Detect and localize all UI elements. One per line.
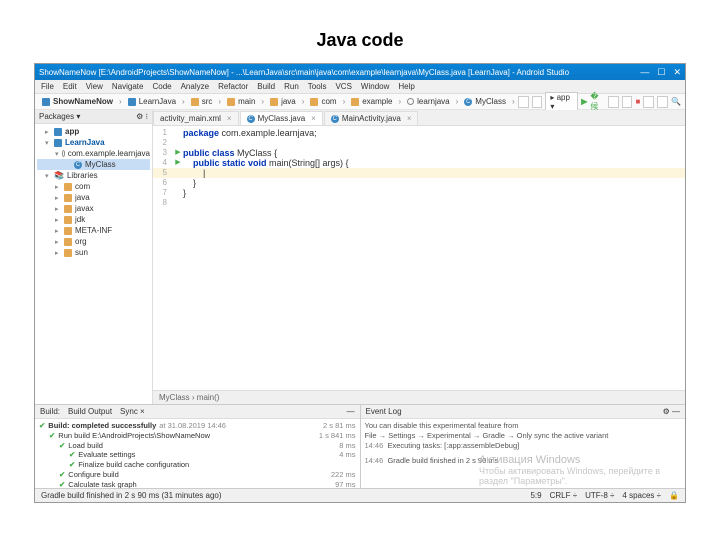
tree-metainf[interactable]: ▸META-INF [37,225,150,236]
status-encoding[interactable]: UTF-8 ÷ [585,491,614,500]
tree-sun[interactable]: ▸sun [37,247,150,258]
maximize-button[interactable]: ☐ [657,67,665,78]
vcs-button[interactable] [643,96,654,108]
search-everywhere-button[interactable]: 🔍 [671,97,681,106]
tree-org[interactable]: ▸org [37,236,150,247]
debug-button[interactable]: �候 [590,92,604,112]
tree-myclass[interactable]: CMyClass [37,159,150,170]
code-editor[interactable]: 1package com.example.learnjava; 2 3▶publ… [153,126,685,390]
tree-com[interactable]: ▸com [37,181,150,192]
window-title-text: ShowNameNow [E:\AndroidProjects\ShowName… [39,68,569,77]
close-tab-icon[interactable]: × [227,114,232,123]
tree-libraries[interactable]: ▾📚Libraries [37,170,150,181]
project-tool-window: Packages ▾⚙ ⁝ ▸app ▾LearnJava ▾com.examp… [35,110,153,404]
stop-button[interactable]: ■ [635,97,640,106]
sync-button[interactable] [518,96,529,108]
build-panel: Build: Build Output Sync × — ✔Build: com… [35,405,360,488]
build-tab-output[interactable]: Build Output [68,407,112,416]
settings-button[interactable] [657,96,668,108]
tree-app[interactable]: ▸app [37,126,150,137]
menu-file[interactable]: File [41,82,54,91]
project-header[interactable]: Packages ▾⚙ ⁝ [35,110,152,124]
status-lock-icon[interactable]: 🔒 [669,491,679,500]
event-log-line: Executing tasks: [:app:assembleDebug] [387,441,519,450]
slide-title: Java code [0,0,720,63]
event-log-line: Gradle build finished in 2 s 90 ms [387,456,498,465]
crumb-project[interactable]: ShowNameNow [39,97,125,106]
event-log-line: You can disable this experimental featur… [365,421,682,431]
tree-package[interactable]: ▾com.example.learnjava [37,148,150,159]
window-titlebar: ShowNameNow [E:\AndroidProjects\ShowName… [35,64,685,80]
tree-java[interactable]: ▸java [37,192,150,203]
tab-myclass[interactable]: CMyClass.java× [240,111,323,125]
crumb-learnjava[interactable]: learnjava [404,97,461,106]
run-button[interactable]: ▶ [581,97,587,106]
crumb-src[interactable]: src [188,97,224,106]
status-indent[interactable]: 4 spaces ÷ [622,491,661,500]
crumb-main[interactable]: main [224,97,267,106]
build-tab-build[interactable]: Build: [40,407,60,416]
avd-button[interactable] [532,96,543,108]
editor-area: activity_main.xml× CMyClass.java× CMainA… [153,110,685,404]
crumb-example[interactable]: example [348,97,404,106]
menu-navigate[interactable]: Navigate [112,82,144,91]
ide-window: ShowNameNow [E:\AndroidProjects\ShowName… [34,63,686,503]
crumb-com[interactable]: com [307,97,348,106]
menu-window[interactable]: Window [361,82,389,91]
status-caret[interactable]: 5:9 [530,491,541,500]
minimize-button[interactable]: — [640,67,649,78]
menu-refactor[interactable]: Refactor [218,82,248,91]
event-log-tab[interactable]: Event Log [366,407,402,416]
crumb-java[interactable]: java [267,97,307,106]
profile-button[interactable] [608,96,619,108]
crumb-module[interactable]: LearnJava [125,97,188,106]
tree-javax[interactable]: ▸javax [37,203,150,214]
menu-view[interactable]: View [86,82,103,91]
menu-code[interactable]: Code [152,82,171,91]
menu-build[interactable]: Build [257,82,275,91]
attach-button[interactable] [622,96,633,108]
menu-tools[interactable]: Tools [308,82,327,91]
menu-help[interactable]: Help [398,82,414,91]
build-collapse-icon[interactable]: — [347,407,355,416]
build-tab-sync[interactable]: Sync × [120,407,145,416]
bottom-panel: Build: Build Output Sync × — ✔Build: com… [35,404,685,488]
tab-activity-main[interactable]: activity_main.xml× [153,111,239,125]
event-log-line: File → Settings → Experimental → Gradle … [365,431,682,441]
run-config-selector[interactable]: ▸ app ▾ [545,92,578,112]
menu-vcs[interactable]: VCS [335,82,351,91]
menu-run[interactable]: Run [284,82,299,91]
close-tab-icon[interactable]: × [311,114,316,123]
close-tab-icon[interactable]: × [407,114,412,123]
structure-breadcrumb[interactable]: MyClass › main() [153,390,685,404]
event-log-panel: Event Log ⚙ — You can disable this exper… [361,405,686,488]
menu-analyze[interactable]: Analyze [181,82,209,91]
status-bar: Gradle build finished in 2 s 90 ms (31 m… [35,488,685,502]
tree-learnjava[interactable]: ▾LearnJava [37,137,150,148]
status-crlf[interactable]: CRLF ÷ [550,491,578,500]
tab-mainactivity[interactable]: CMainActivity.java× [324,111,419,125]
breadcrumb-toolbar: ShowNameNow LearnJava src main java com … [35,94,685,110]
status-message: Gradle build finished in 2 s 90 ms (31 m… [41,491,222,500]
editor-tabs: activity_main.xml× CMyClass.java× CMainA… [153,110,685,126]
tree-jdk[interactable]: ▸jdk [37,214,150,225]
crumb-class[interactable]: CMyClass [461,97,517,106]
event-log-settings-icon[interactable]: ⚙ — [663,407,680,416]
close-button[interactable]: ✕ [673,67,681,78]
menu-edit[interactable]: Edit [63,82,77,91]
